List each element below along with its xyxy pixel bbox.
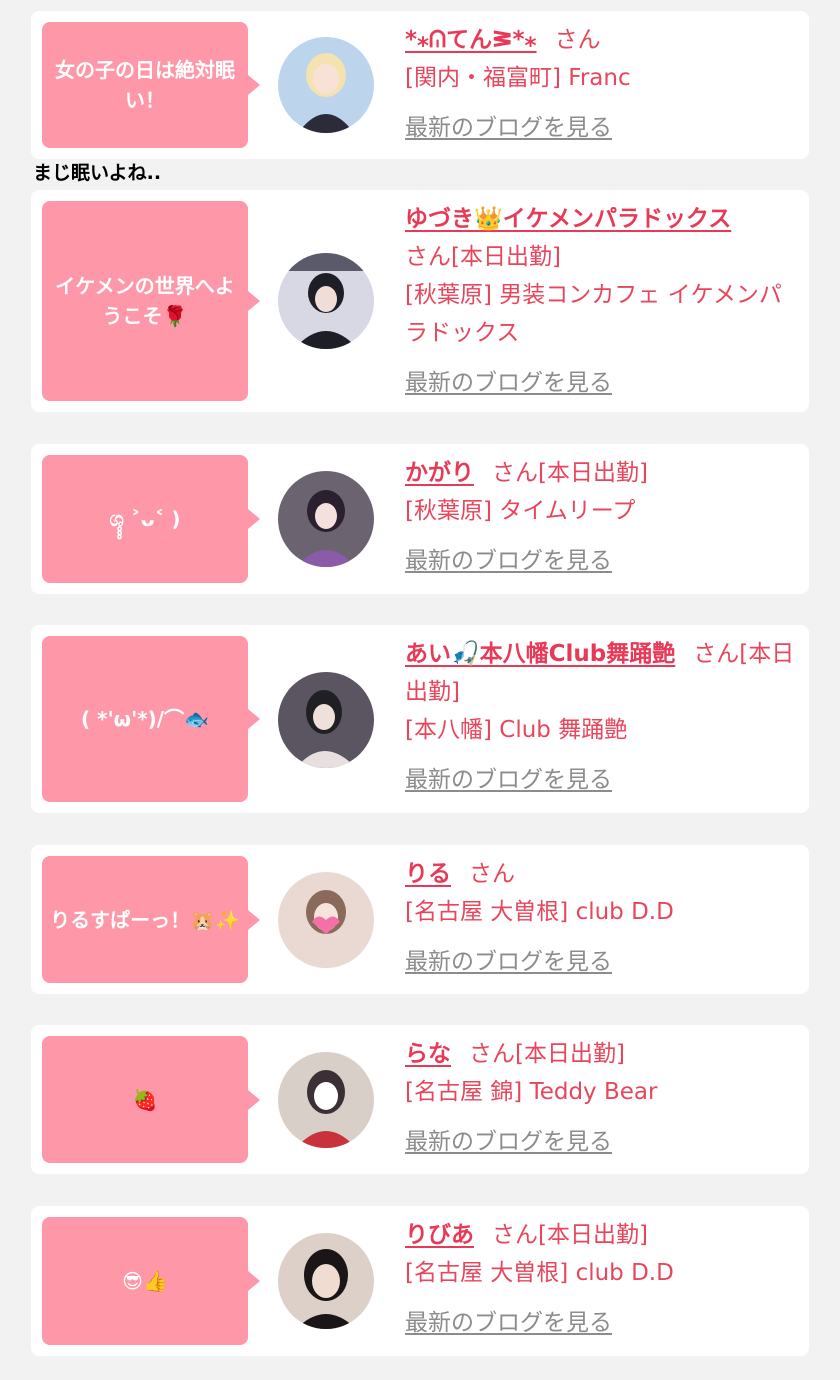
post-card: ශ̥̥̥ ˃ᴗ˂ ) かがり さん[本日出勤] [秋葉原] タイムリープ 最新のブ… (31, 444, 809, 594)
girl-name-link[interactable]: *⁎ᕬてんᕒ*⁎ (405, 27, 537, 53)
latest-blog-link[interactable]: 最新のブログを見る (405, 542, 612, 580)
post-card: 女の子の日は絶対眠い！ *⁎ᕬてんᕒ*⁎ さん [関内・福富町] Franc 最新… (31, 11, 809, 159)
girl-name-link[interactable]: りびあ (405, 1222, 474, 1248)
avatar[interactable] (278, 1233, 374, 1329)
post-info: らな さん[本日出勤] [名古屋 錦] Teddy Bear 最新のブログを見る (405, 1035, 800, 1161)
message-bubble: りるすぱーっ！🐹✨ (42, 856, 260, 983)
honorific: さん (469, 861, 515, 887)
latest-blog-link[interactable]: 最新のブログを見る (405, 1304, 612, 1342)
girl-name-link[interactable]: ゆづき👑イケメンパラドックス (405, 206, 731, 232)
latest-blog-link[interactable]: 最新のブログを見る (405, 761, 612, 799)
latest-blog-link[interactable]: 最新のブログを見る (405, 943, 612, 981)
girl-name-link[interactable]: かがり (405, 460, 474, 486)
shop-info: [秋葉原] タイムリープ (405, 498, 636, 524)
honorific: さん (554, 27, 601, 53)
shop-info: [本八幡] Club 舞踊艶 (405, 717, 628, 743)
avatar-photo-icon (278, 672, 374, 768)
post-info: りびあ さん[本日出勤] [名古屋 大曽根] club D.D 最新のブログを見る (405, 1216, 800, 1342)
avatar-photo-icon (278, 37, 374, 133)
message-bubble: 🍓 (42, 1036, 260, 1163)
girl-name-link[interactable]: りる (405, 861, 451, 887)
message-bubble: 女の子の日は絶対眠い！ (42, 22, 260, 148)
message-bubble: 😎👍 (42, 1217, 260, 1345)
honorific: さん[本日出勤] (405, 244, 561, 270)
avatar-photo-icon (278, 1052, 374, 1148)
shop-info: [関内・福富町] Franc (405, 65, 631, 91)
honorific: さん[本日出勤] (492, 1222, 648, 1248)
avatar[interactable] (278, 37, 374, 133)
latest-blog-link[interactable]: 最新のブログを見る (405, 1123, 612, 1161)
post-card: りるすぱーっ！🐹✨ りる さん [名古屋 大曽根] club D.D 最新のブログ… (31, 845, 809, 994)
post-info: あい🎣本八幡Club舞踊艶 さん[本日出勤] [本八幡] Club 舞踊艶 最新の… (405, 635, 800, 799)
post-note: まじ眠いよね.. (33, 162, 162, 184)
post-info: ゆづき👑イケメンパラドックス さん[本日出勤] [秋葉原] 男装コンカフェ イケ… (405, 200, 800, 402)
shop-info: [秋葉原] 男装コンカフェ イケメンパラドックス (405, 282, 782, 346)
post-card: 😎👍 りびあ さん[本日出勤] [名古屋 大曽根] club D.D 最新のブログ… (31, 1206, 809, 1356)
message-bubble: ශ̥̥̥ ˃ᴗ˂ ) (42, 455, 260, 583)
post-info: かがり さん[本日出勤] [秋葉原] タイムリープ 最新のブログを見る (405, 454, 800, 580)
avatar-photo-icon (278, 471, 374, 567)
girl-name-link[interactable]: らな (405, 1041, 451, 1067)
shop-info: [名古屋 大曽根] club D.D (405, 1260, 674, 1286)
message-bubble: ( *'ω'*)/⌒🐟 (42, 636, 260, 802)
post-card: ( *'ω'*)/⌒🐟 あい🎣本八幡Club舞踊艶 さん[本日出勤] [本八幡] … (31, 625, 809, 813)
latest-blog-link[interactable]: 最新のブログを見る (405, 364, 612, 402)
avatar[interactable] (278, 471, 374, 567)
avatar-photo-icon (278, 1233, 374, 1329)
post-card: イケメンの世界へようこそ🌹 ゆづき👑イケメンパラドックス さん[本日出勤] [秋… (31, 190, 809, 412)
avatar-photo-icon (278, 253, 374, 349)
honorific: さん[本日出勤] (492, 460, 648, 486)
honorific: さん[本日出勤] (469, 1041, 625, 1067)
avatar[interactable] (278, 872, 374, 968)
girl-name-link[interactable]: あい🎣本八幡Club舞踊艶 (405, 641, 675, 667)
avatar-photo-icon (278, 872, 374, 968)
avatar[interactable] (278, 1052, 374, 1148)
message-bubble: イケメンの世界へようこそ🌹 (42, 201, 260, 401)
post-info: *⁎ᕬてんᕒ*⁎ さん [関内・福富町] Franc 最新のブログを見る (405, 21, 800, 147)
latest-blog-link[interactable]: 最新のブログを見る (405, 109, 612, 147)
post-info: りる さん [名古屋 大曽根] club D.D 最新のブログを見る (405, 855, 800, 981)
shop-info: [名古屋 大曽根] club D.D (405, 899, 674, 925)
shop-info: [名古屋 錦] Teddy Bear (405, 1079, 658, 1105)
avatar[interactable] (278, 672, 374, 768)
post-card: 🍓 らな さん[本日出勤] [名古屋 錦] Teddy Bear 最新のブログを見… (31, 1025, 809, 1174)
avatar[interactable] (278, 253, 374, 349)
